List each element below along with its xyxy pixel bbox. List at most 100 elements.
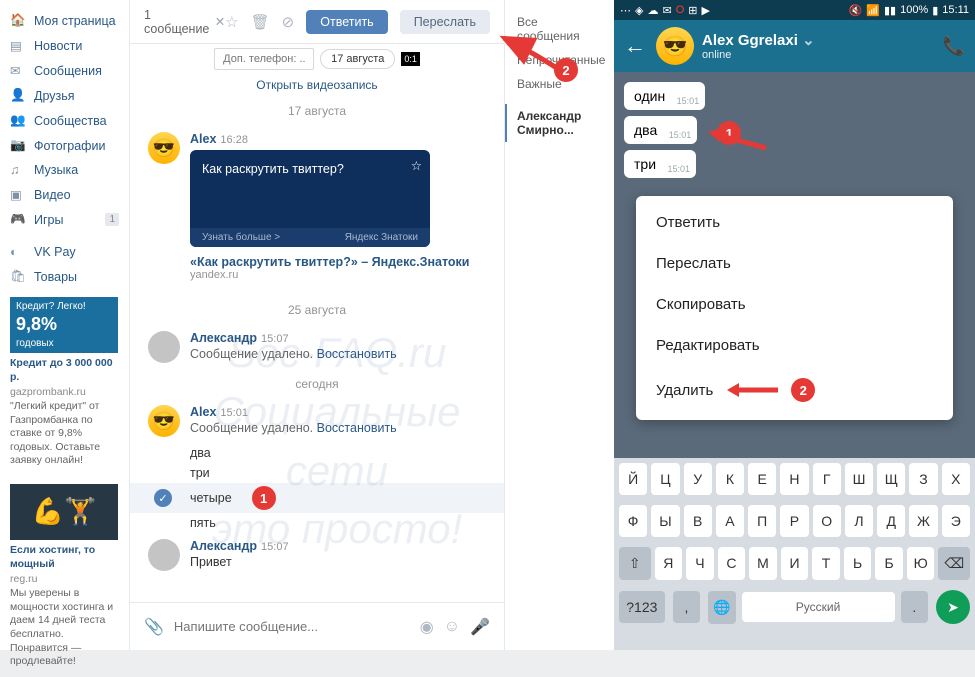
letter-key[interactable]: И <box>781 547 809 580</box>
link-card[interactable]: Как раскрутить твиттер? ☆ Узнать больше … <box>190 150 430 247</box>
comma-key[interactable]: , <box>673 591 700 623</box>
mute-icon: 🔇 <box>849 4 863 17</box>
letter-key[interactable]: Ж <box>909 505 937 537</box>
attach-icon[interactable]: 📎 <box>144 617 164 637</box>
ctx-copy[interactable]: Скопировать <box>636 284 953 325</box>
letter-key[interactable]: Й <box>619 463 647 495</box>
letter-key[interactable]: А <box>716 505 744 537</box>
restore-link[interactable]: Восстановить <box>317 347 397 361</box>
phone-icon[interactable]: 📞 <box>943 36 965 57</box>
contact-name[interactable]: Alex Ggrelaxi <box>702 32 798 49</box>
letter-key[interactable]: Ф <box>619 505 647 537</box>
numeric-key[interactable]: ?123 <box>619 591 665 623</box>
avatar[interactable]: 😎 <box>656 27 694 65</box>
compose-input[interactable] <box>174 619 410 634</box>
letter-key[interactable]: Е <box>748 463 776 495</box>
ad-block-2[interactable]: 💪🏋 Если хостинг, то мощный reg.ru Мы уве… <box>0 476 129 677</box>
letter-key[interactable]: Л <box>845 505 873 537</box>
letter-key[interactable]: Щ <box>877 463 905 495</box>
letter-key[interactable]: У <box>684 463 712 495</box>
open-video-link[interactable]: Открыть видеозапись <box>130 74 504 96</box>
message-text[interactable]: два <box>130 443 504 463</box>
letter-key[interactable]: З <box>909 463 937 495</box>
sidebar-item-vkpay[interactable]: ◐VK Pay <box>0 240 129 264</box>
ctx-forward[interactable]: Переслать <box>636 243 953 284</box>
sender-name[interactable]: Alex <box>190 132 216 146</box>
sidebar-item-music[interactable]: ♫Музыка <box>0 158 129 182</box>
letter-key[interactable]: Ы <box>651 505 679 537</box>
sender-name[interactable]: Александр <box>190 331 257 345</box>
sidebar-item-messages[interactable]: ✉Сообщения <box>0 58 129 83</box>
letter-key[interactable]: Г <box>813 463 841 495</box>
restore-link[interactable]: Восстановить <box>317 421 397 435</box>
sender-name[interactable]: Alex <box>190 405 216 419</box>
letter-key[interactable]: М <box>749 547 777 580</box>
emoji-icon[interactable]: ☺ <box>444 618 460 636</box>
filter-contact[interactable]: Александр Смирно... <box>505 104 614 142</box>
trash-icon[interactable]: 🗑 <box>251 13 270 31</box>
star-icon[interactable]: ☆ <box>225 13 238 31</box>
mic-icon[interactable]: 🎤 <box>470 617 490 637</box>
ctx-delete[interactable]: Удалить 2 <box>636 366 953 414</box>
sidebar-item-games[interactable]: 🎮Игры1 <box>0 207 129 232</box>
sidebar-item-friends[interactable]: 👤Друзья <box>0 83 129 108</box>
letter-key[interactable]: В <box>684 505 712 537</box>
bookmark-icon[interactable]: ☆ <box>411 158 422 173</box>
message-selected[interactable]: ✓ четыре 1 <box>130 483 504 513</box>
letter-key[interactable]: К <box>716 463 744 495</box>
letter-key[interactable]: Э <box>942 505 970 537</box>
globe-key[interactable]: 🌐 <box>708 591 735 624</box>
letter-key[interactable]: П <box>748 505 776 537</box>
clear-selection[interactable]: ✕ <box>215 14 225 29</box>
letter-key[interactable]: Н <box>780 463 808 495</box>
shift-key[interactable]: ⇧ <box>619 547 651 580</box>
letter-key[interactable]: Ю <box>907 547 935 580</box>
letter-key[interactable]: Ц <box>651 463 679 495</box>
letter-key[interactable]: Х <box>942 463 970 495</box>
letter-key[interactable]: Ч <box>686 547 714 580</box>
message-text[interactable]: пять <box>130 513 504 533</box>
message-row[interactable]: 😎 Alex16:28 Как раскрутить твиттер? ☆ Уз… <box>130 126 504 295</box>
message-time: 15:07 <box>261 333 289 345</box>
send-key[interactable]: ➤ <box>936 590 970 624</box>
message-bubble[interactable]: два15:01 <box>624 116 697 144</box>
sidebar-item-mypage[interactable]: 🏠Моя страница <box>0 8 129 33</box>
link-preview[interactable]: «Как раскрутить твиттер?» – Яндекс.Знато… <box>190 247 486 289</box>
sidebar-item-video[interactable]: ▣Видео <box>0 182 129 207</box>
message-row[interactable]: Александр15:07 Сообщение удалено. Восста… <box>130 325 504 369</box>
space-key[interactable]: Русский <box>742 592 895 622</box>
backspace-key[interactable]: ⌫ <box>938 547 970 580</box>
bag-icon: 🛍 <box>10 269 28 284</box>
phone-input[interactable] <box>214 48 314 70</box>
chevron-down-icon[interactable]: ⌄ <box>802 32 815 49</box>
message-row[interactable]: Александр15:07 Привет <box>130 533 504 577</box>
period-key[interactable]: . <box>901 591 928 623</box>
sidebar-item-news[interactable]: ▤Новости <box>0 33 129 58</box>
message-text[interactable]: три <box>130 463 504 483</box>
forward-button[interactable]: Переслать <box>400 10 490 34</box>
ctx-edit[interactable]: Редактировать <box>636 325 953 366</box>
ctx-reply[interactable]: Ответить <box>636 202 953 243</box>
ad-block-1[interactable]: Кредит? Легко! 9,8% годовых Кредит до 3 … <box>0 289 129 476</box>
date-button[interactable]: 17 августа <box>320 49 395 69</box>
letter-key[interactable]: Ш <box>845 463 873 495</box>
letter-key[interactable]: Т <box>812 547 840 580</box>
letter-key[interactable]: Ь <box>844 547 872 580</box>
sidebar-item-groups[interactable]: 👥Сообщества <box>0 108 129 133</box>
reply-button[interactable]: Ответить <box>306 10 387 34</box>
letter-key[interactable]: О <box>813 505 841 537</box>
letter-key[interactable]: С <box>718 547 746 580</box>
letter-key[interactable]: Д <box>877 505 905 537</box>
letter-key[interactable]: Б <box>875 547 903 580</box>
back-icon[interactable]: ← <box>624 33 646 59</box>
message-bubble[interactable]: один15:01 <box>624 82 705 110</box>
message-row[interactable]: 😎 Alex15:01 Сообщение удалено. Восстанов… <box>130 399 504 443</box>
letter-key[interactable]: Р <box>780 505 808 537</box>
sidebar-item-photos[interactable]: 📷Фотографии <box>0 133 129 158</box>
filter-all[interactable]: Все сообщения <box>505 10 614 48</box>
sender-name[interactable]: Александр <box>190 539 257 553</box>
letter-key[interactable]: Я <box>655 547 683 580</box>
spam-icon[interactable]: ⊘ <box>282 13 295 31</box>
camera-icon[interactable]: ◉ <box>420 617 434 637</box>
sidebar-item-goods[interactable]: 🛍Товары <box>0 264 129 289</box>
